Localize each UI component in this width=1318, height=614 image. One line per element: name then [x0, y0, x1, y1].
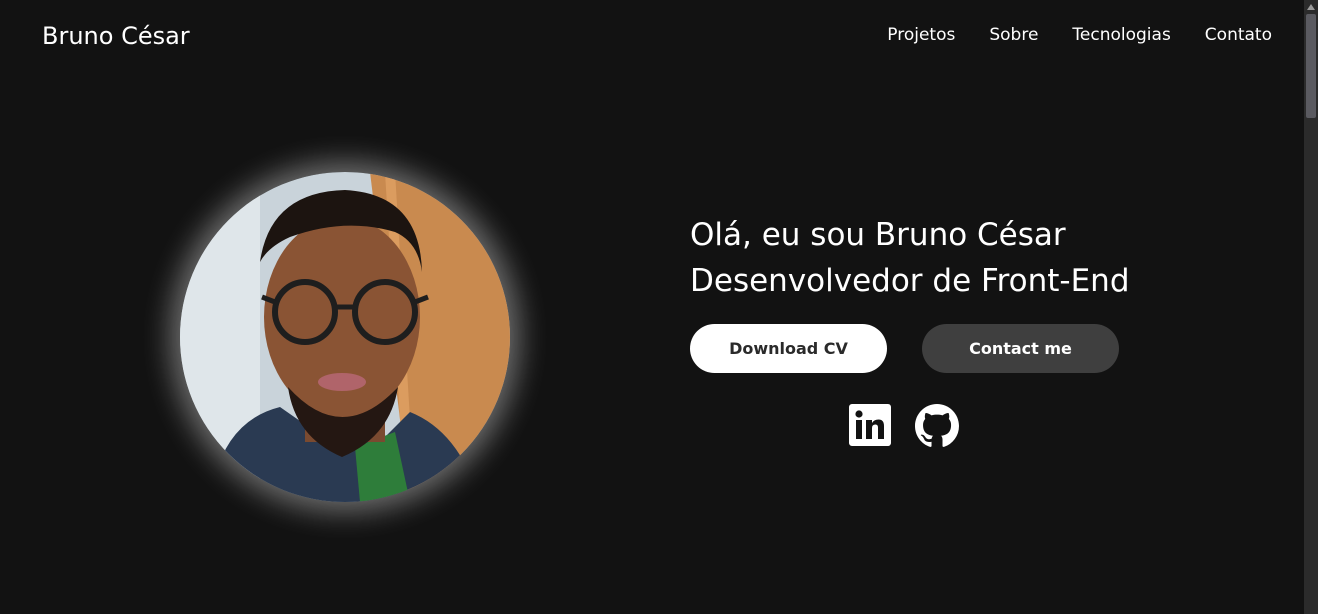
main-nav: Projetos Sobre Tecnologias Contato [887, 25, 1272, 45]
hero-heading: Olá, eu sou Bruno César Desenvolvedor de… [690, 212, 1130, 304]
download-cv-button[interactable]: Download CV [690, 324, 887, 373]
contact-me-button[interactable]: Contact me [922, 324, 1119, 373]
github-link[interactable] [915, 404, 959, 447]
profile-photo [180, 172, 510, 502]
scroll-up-arrow-icon[interactable] [1304, 0, 1318, 14]
brand-logo[interactable]: Bruno César [42, 22, 190, 50]
nav-link-tecnologias[interactable]: Tecnologias [1072, 25, 1170, 45]
hero-role: Desenvolvedor de Front-End [690, 263, 1130, 299]
social-links [849, 404, 959, 447]
linkedin-icon [849, 404, 891, 446]
linkedin-link[interactable] [849, 404, 891, 446]
github-icon [915, 404, 959, 447]
nav-link-projetos[interactable]: Projetos [887, 25, 955, 45]
hero-greeting: Olá, eu sou Bruno César [690, 217, 1066, 253]
vertical-scrollbar[interactable] [1304, 0, 1318, 614]
profile-photo-image [180, 172, 510, 502]
nav-link-contato[interactable]: Contato [1205, 25, 1272, 45]
nav-link-sobre[interactable]: Sobre [989, 25, 1038, 45]
scrollbar-thumb[interactable] [1306, 14, 1316, 118]
